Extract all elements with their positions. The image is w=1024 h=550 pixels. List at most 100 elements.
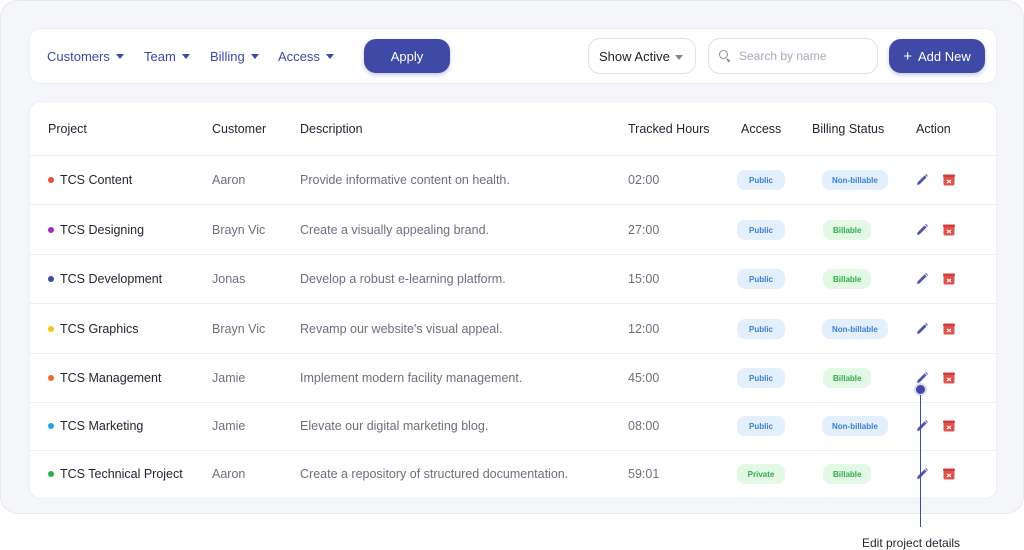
- description-cell: Elevate our digital marketing blog.: [300, 419, 489, 433]
- customer-cell: Aaron: [212, 173, 246, 187]
- header-action: Action: [916, 122, 951, 136]
- search-icon: [719, 50, 731, 62]
- edit-pencil-icon[interactable]: [914, 418, 930, 434]
- header-customer: Customer: [212, 122, 267, 136]
- table-row[interactable]: TCS Graphics Brayn Vic Revamp our websit…: [30, 305, 996, 354]
- team-filter-label: Team: [144, 49, 176, 64]
- edit-pencil-icon[interactable]: [914, 172, 930, 188]
- tracked-hours-cell: 12:00: [628, 322, 660, 336]
- plus-icon: +: [903, 47, 912, 65]
- header-description: Description: [300, 122, 363, 136]
- table-row[interactable]: TCS Designing Brayn Vic Create a visuall…: [30, 206, 996, 255]
- customer-cell: Brayn Vic: [212, 223, 266, 237]
- status-select-value: Show Active: [599, 48, 670, 64]
- chevron-down-icon: [181, 54, 190, 59]
- access-badge: Public: [737, 416, 785, 436]
- billing-status-badge: Billable: [823, 220, 872, 240]
- tracked-hours-cell: 02:00: [628, 173, 660, 187]
- header-project: Project: [48, 122, 87, 136]
- project-cell: TCS Technical Project: [48, 467, 183, 481]
- edit-pencil-icon[interactable]: [914, 271, 930, 287]
- project-name: TCS Designing: [60, 223, 145, 237]
- edit-pencil-icon[interactable]: [914, 222, 930, 238]
- description-cell: Create a repository of structured docume…: [300, 467, 569, 481]
- status-select[interactable]: Show Active: [588, 38, 696, 74]
- access-filter-dropdown[interactable]: Access: [278, 49, 334, 64]
- customer-cell: Brayn Vic: [212, 322, 266, 336]
- delete-trash-icon[interactable]: [941, 172, 957, 188]
- access-badge: Public: [737, 269, 785, 289]
- delete-trash-icon[interactable]: [941, 321, 957, 337]
- project-name: TCS Content: [60, 173, 133, 187]
- chevron-down-icon: [325, 54, 334, 59]
- apply-button[interactable]: Apply: [364, 39, 450, 73]
- description-cell: Create a visually appealing brand.: [300, 223, 490, 237]
- project-name: TCS Marketing: [60, 419, 144, 433]
- billing-filter-dropdown[interactable]: Billing: [210, 49, 259, 64]
- delete-trash-icon[interactable]: [941, 271, 957, 287]
- table-row[interactable]: TCS Development Jonas Develop a robust e…: [30, 255, 996, 304]
- tracked-hours-cell: 45:00: [628, 371, 660, 385]
- project-name: TCS Technical Project: [60, 467, 183, 481]
- tracked-hours-cell: 27:00: [628, 223, 660, 237]
- team-filter-dropdown[interactable]: Team: [144, 49, 190, 64]
- billing-status-badge: Non-billable: [822, 170, 888, 190]
- access-badge: Private: [737, 464, 785, 484]
- table-header: Project Customer Description Tracked Hou…: [30, 102, 996, 156]
- table-row[interactable]: TCS Management Jamie Implement modern fa…: [30, 354, 996, 403]
- description-cell: Revamp our website's visual appeal.: [300, 322, 503, 336]
- table-row[interactable]: TCS Content Aaron Provide informative co…: [30, 156, 996, 205]
- project-cell: TCS Management: [48, 371, 161, 385]
- filter-bar: Customers Team Billing Access Apply Show…: [29, 28, 997, 84]
- delete-trash-icon[interactable]: [941, 418, 957, 434]
- add-new-button[interactable]: + Add New: [889, 39, 985, 73]
- customers-filter-dropdown[interactable]: Customers: [47, 49, 124, 64]
- tracked-hours-cell: 08:00: [628, 419, 660, 433]
- billing-status-badge: Billable: [823, 269, 872, 289]
- search-box: [708, 38, 878, 74]
- project-color-dot: [48, 375, 54, 381]
- access-badge: Public: [737, 220, 785, 240]
- delete-trash-icon[interactable]: [941, 466, 957, 482]
- access-badge: Public: [737, 170, 785, 190]
- project-cell: TCS Development: [48, 272, 162, 286]
- billing-status-badge: Billable: [823, 368, 872, 388]
- tracked-hours-cell: 59:01: [628, 467, 660, 481]
- access-badge: Public: [737, 319, 785, 339]
- delete-trash-icon[interactable]: [941, 370, 957, 386]
- customer-cell: Jamie: [212, 371, 246, 385]
- edit-pencil-icon[interactable]: [914, 466, 930, 482]
- billing-filter-label: Billing: [210, 49, 245, 64]
- customer-cell: Jonas: [212, 272, 246, 286]
- chevron-down-icon: [250, 54, 259, 59]
- project-color-dot: [48, 276, 54, 282]
- project-cell: TCS Marketing: [48, 419, 143, 433]
- project-name: TCS Graphics: [60, 322, 139, 336]
- callout-label: Edit project details: [862, 536, 961, 550]
- table-row[interactable]: TCS Marketing Jamie Elevate our digital …: [30, 402, 996, 451]
- project-name: TCS Development: [60, 272, 163, 286]
- description-cell: Implement modern facility management.: [300, 371, 523, 385]
- edit-pencil-icon[interactable]: [914, 321, 930, 337]
- billing-status-badge: Billable: [823, 464, 872, 484]
- chevron-down-icon: [115, 54, 124, 59]
- project-color-dot: [48, 326, 54, 332]
- header-billing-status: Billing Status: [812, 122, 885, 136]
- page-background: Customers Team Billing Access Apply Show…: [0, 0, 1024, 514]
- customer-cell: Jamie: [212, 419, 246, 433]
- delete-trash-icon[interactable]: [941, 222, 957, 238]
- project-color-dot: [48, 471, 54, 477]
- description-cell: Provide informative content on health.: [300, 173, 510, 187]
- project-cell: TCS Designing: [48, 223, 144, 237]
- projects-table: Project Customer Description Tracked Hou…: [29, 101, 997, 499]
- access-badge: Public: [737, 368, 785, 388]
- header-tracked-hours: Tracked Hours: [628, 122, 710, 136]
- tracked-hours-cell: 15:00: [628, 272, 660, 286]
- project-cell: TCS Graphics: [48, 322, 139, 336]
- access-filter-label: Access: [278, 49, 320, 64]
- search-input[interactable]: [739, 49, 864, 63]
- table-row[interactable]: TCS Technical Project Aaron Create a rep…: [30, 450, 996, 498]
- description-cell: Develop a robust e-learning platform.: [300, 272, 506, 286]
- project-color-dot: [48, 177, 54, 183]
- customers-filter-label: Customers: [47, 49, 110, 64]
